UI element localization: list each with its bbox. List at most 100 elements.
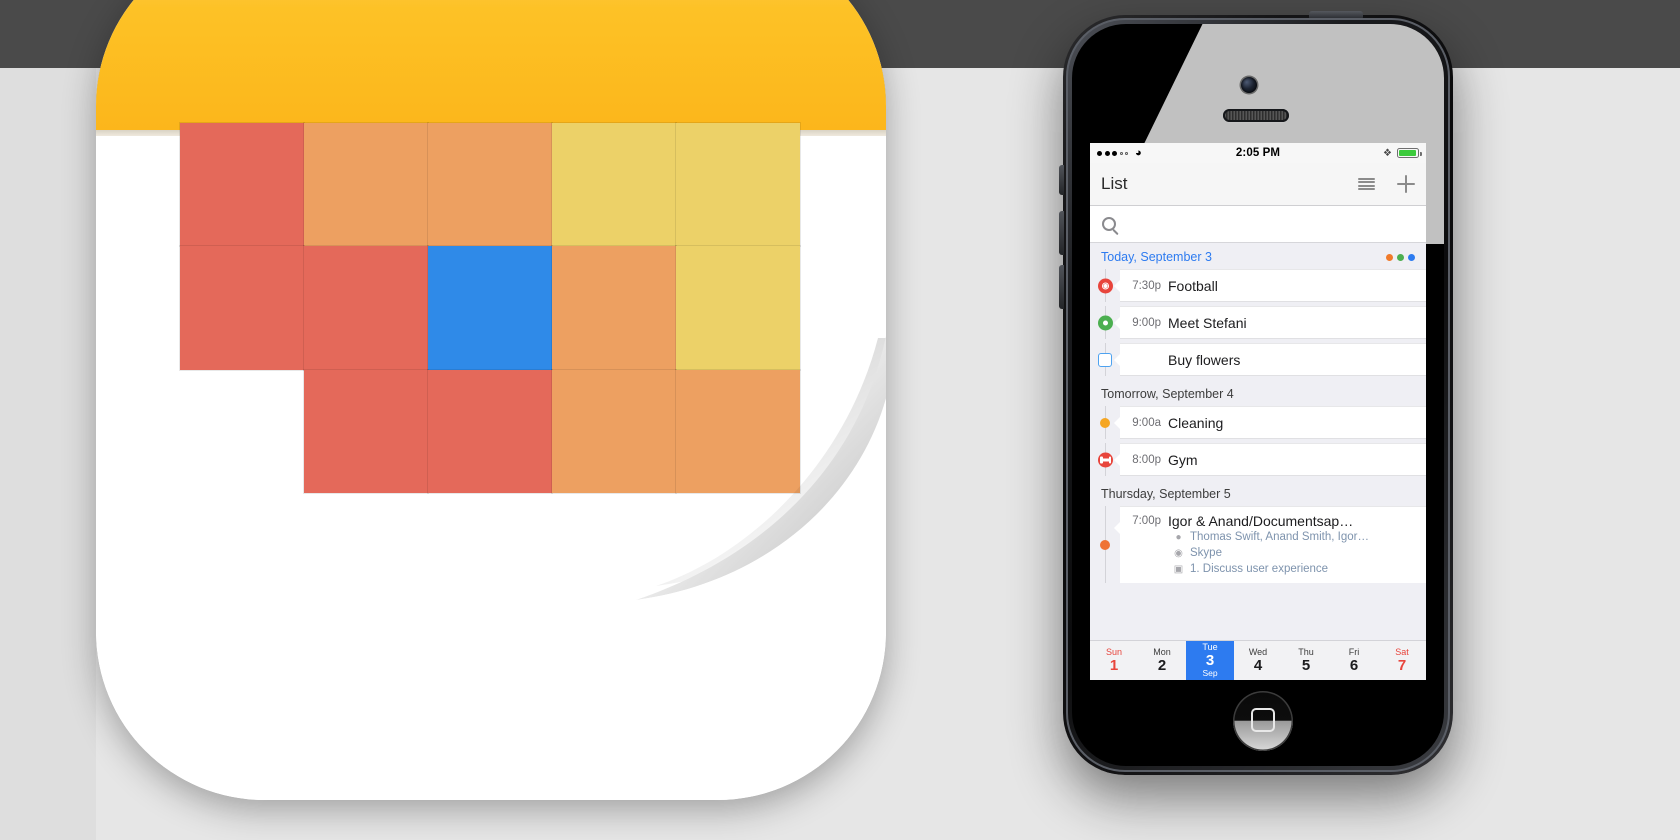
week-day-wed[interactable]: Wed 4	[1234, 641, 1282, 680]
week-day-number: 4	[1253, 656, 1263, 674]
event-detail-text: Skype	[1190, 547, 1222, 559]
calendar-cell	[675, 245, 801, 371]
section-header-label: Tomorrow, September 4	[1101, 387, 1234, 401]
battery-icon	[1397, 148, 1422, 158]
calendar-app-icon[interactable]	[96, 0, 886, 800]
calendar-cell	[427, 121, 553, 248]
person-icon: ●	[1175, 531, 1182, 543]
calendar-cell	[179, 245, 305, 371]
calendar-cell	[427, 368, 553, 494]
calendar-cell	[303, 121, 429, 248]
search-icon	[1102, 217, 1116, 231]
plus-icon[interactable]	[1397, 175, 1415, 193]
volume-up-button[interactable]	[1059, 211, 1064, 255]
section-header: Today, September 3	[1090, 243, 1426, 269]
calendar-cell	[675, 121, 801, 248]
page-title: List	[1101, 174, 1128, 193]
week-day-sat[interactable]: Sat 7	[1378, 641, 1426, 680]
section-header-label: Thursday, September 5	[1101, 487, 1231, 501]
earpiece-speaker	[1223, 109, 1289, 122]
calendar-color-dot	[1408, 253, 1415, 261]
event-title: Igor & Anand/Documentsap…	[1168, 513, 1354, 529]
soccer-ball-glyph	[1102, 282, 1109, 289]
app-icon-header-highlight	[96, 0, 886, 8]
dumbbell-glyph	[1100, 456, 1111, 463]
week-day-number: 2	[1157, 656, 1167, 674]
calendar-cell	[675, 368, 801, 494]
event-row[interactable]: 7:30p Football	[1090, 269, 1426, 302]
event-row[interactable]: 8:00p Gym	[1090, 443, 1426, 476]
week-day-tue[interactable]: Tue 3 Sep	[1186, 641, 1234, 680]
week-day-fri[interactable]: Fri 6	[1330, 641, 1378, 680]
location-pin-icon: ◉	[1174, 547, 1183, 559]
dot-icon	[1100, 539, 1110, 550]
pin-dot-glyph	[1103, 320, 1108, 325]
event-title: Meet Stefani	[1168, 314, 1247, 331]
event-row[interactable]: 9:00p Meet Stefani	[1090, 306, 1426, 339]
event-list[interactable]: Today, September 3 7:30p Football 9:00p Meet…	[1090, 243, 1426, 583]
search-bar[interactable]	[1090, 206, 1426, 243]
event-time: 8:00p	[1132, 453, 1161, 466]
calendar-cell-selected	[427, 245, 553, 371]
status-bar: ◕ 2:05 PM ❖	[1090, 143, 1426, 163]
week-day-mon[interactable]: Mon 2	[1138, 641, 1186, 680]
event-card[interactable]: 9:00a Cleaning	[1114, 406, 1426, 439]
status-bar-time: 2:05 PM	[1235, 147, 1281, 159]
week-day-thu[interactable]: Thu 5	[1282, 641, 1330, 680]
calendar-cell	[179, 121, 305, 248]
week-day-number: 5	[1301, 656, 1311, 674]
week-day-number: 3	[1205, 652, 1215, 670]
section-header: Tomorrow, September 4	[1090, 380, 1426, 406]
iphone-device: ◕ 2:05 PM ❖ List Today, September 3 7:30p…	[1059, 11, 1453, 775]
event-time: 9:00p	[1132, 316, 1161, 329]
dumbbell-icon	[1098, 452, 1113, 467]
home-button[interactable]	[1233, 691, 1293, 751]
event-detail-text: Thomas Swift, Anand Smith, Igor…	[1190, 531, 1369, 543]
volume-down-button[interactable]	[1059, 265, 1064, 309]
week-day-sun[interactable]: Sun 1	[1090, 641, 1138, 680]
week-day-number: 6	[1349, 656, 1359, 674]
event-row-expanded[interactable]: 7:00p Igor & Anand/Documentsap… ● Thomas Sw…	[1090, 506, 1426, 583]
event-card-detailed[interactable]: 7:00p Igor & Anand/Documentsap… ● Thomas Sw…	[1114, 506, 1426, 583]
calendar-cell	[303, 245, 429, 371]
dot-icon	[1100, 417, 1110, 428]
section-header-label: Today, September 3	[1101, 250, 1212, 264]
event-detail-line: ▣ 1. Discuss user experience	[1126, 561, 1418, 577]
event-card[interactable]: 9:00p Meet Stefani	[1114, 306, 1426, 339]
background-left-strip	[0, 68, 96, 840]
event-time: 9:00a	[1132, 416, 1161, 429]
calendar-color-dot	[1386, 253, 1393, 261]
calendar-cell	[551, 121, 677, 248]
note-icon: ▣	[1173, 563, 1184, 575]
event-row[interactable]: Buy flowers	[1090, 343, 1426, 376]
mute-switch[interactable]	[1059, 165, 1064, 195]
event-detail-text: 1. Discuss user experience	[1190, 563, 1329, 575]
calendar-color-dots	[1386, 253, 1415, 261]
event-detail-line: ● Thomas Swift, Anand Smith, Igor…	[1126, 529, 1418, 545]
calendar-color-dot	[1397, 253, 1404, 261]
event-card[interactable]: 8:00p Gym	[1114, 443, 1426, 476]
event-time: 7:30p	[1132, 279, 1161, 292]
search-input[interactable]	[1124, 216, 1414, 232]
event-title: Cleaning	[1168, 414, 1224, 431]
front-camera-icon	[1241, 77, 1257, 93]
event-card[interactable]: 7:30p Football	[1114, 269, 1426, 302]
event-row[interactable]: 9:00a Cleaning	[1090, 406, 1426, 439]
location-pin-icon	[1098, 315, 1113, 330]
event-detail-line: ◉ Skype	[1126, 545, 1418, 561]
event-card[interactable]: Buy flowers	[1114, 343, 1426, 376]
calendar-cell	[303, 368, 429, 494]
phone-screen: ◕ 2:05 PM ❖ List Today, September 3 7:30p…	[1090, 143, 1426, 680]
event-time: 7:00p	[1132, 515, 1161, 527]
app-icon-header	[96, 0, 886, 130]
list-lines-icon[interactable]	[1358, 177, 1375, 191]
checkbox-icon	[1098, 352, 1112, 367]
week-day-number: 7	[1397, 656, 1407, 674]
week-day-month: Sep	[1202, 668, 1218, 679]
week-strip[interactable]: Sun 1 Mon 2 Tue 3 Sep Wed 4 Thu 5 Fri 6 Sat 7	[1090, 640, 1426, 680]
navigation-bar: List	[1090, 163, 1426, 206]
calendar-cell	[551, 245, 677, 371]
calendar-cell	[551, 368, 677, 494]
week-day-number: 1	[1109, 656, 1119, 674]
section-header: Thursday, September 5	[1090, 480, 1426, 506]
